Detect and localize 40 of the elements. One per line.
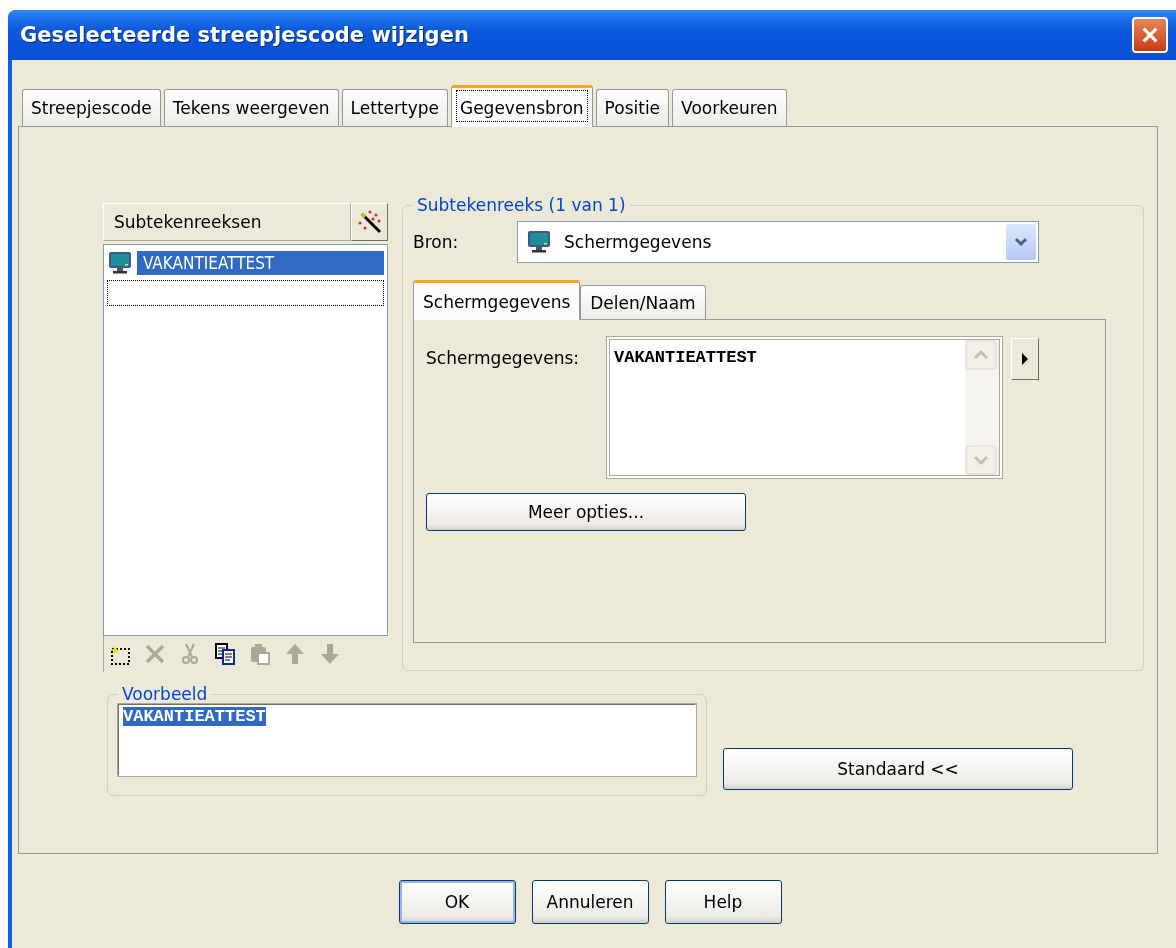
dialog-button[interactable]: Annuleren: [531, 880, 649, 924]
close-button[interactable]: [1132, 17, 1168, 53]
dropdown-arrow-button[interactable]: [1006, 224, 1036, 260]
list-item[interactable]: VAKANTIEATTEST: [137, 251, 384, 275]
preview-text: VAKANTIEATTEST: [123, 707, 266, 726]
preview-field[interactable]: VAKANTIEATTEST: [118, 704, 696, 776]
dropdown-value: Schermgegevens: [564, 232, 713, 252]
play-arrow-icon: [1021, 352, 1029, 366]
tab[interactable]: Schermgegevens: [413, 280, 581, 320]
tab[interactable]: Lettertype: [341, 89, 448, 126]
tab[interactable]: Streepjescode: [22, 89, 161, 126]
field-value: VAKANTIEATTEST: [613, 347, 758, 369]
field-label: Schermgegevens:: [426, 348, 580, 368]
standard-button[interactable]: Standaard <<: [723, 748, 1073, 790]
group-legend: Subtekenreeks (1 van 1): [413, 195, 630, 215]
window-title: Geselecteerde streepjescode wijzigen: [20, 23, 469, 47]
scroll-up-icon[interactable]: [965, 340, 997, 370]
wizard-button[interactable]: [351, 203, 388, 241]
scroll-down-icon[interactable]: [965, 445, 997, 475]
more-options-button[interactable]: Meer opties...: [426, 493, 746, 531]
insert-menu-button[interactable]: [1011, 338, 1039, 380]
dialog-button[interactable]: Help: [664, 880, 782, 924]
tab[interactable]: Positie: [595, 89, 670, 126]
tab[interactable]: Voorkeuren: [672, 89, 787, 126]
new-item-icon[interactable]: [108, 642, 132, 666]
monitor-icon: [107, 251, 133, 275]
monitor-icon: [526, 230, 552, 254]
source-label: Bron:: [413, 232, 460, 252]
list-header: Subtekenreeksen: [103, 203, 351, 241]
tab[interactable]: Gegevensbron: [450, 85, 593, 127]
source-dropdown[interactable]: Schermgegevens: [517, 221, 1039, 263]
empty-list-row[interactable]: [107, 280, 384, 306]
dialog-button[interactable]: OK: [398, 880, 516, 924]
scrollbar[interactable]: [965, 340, 999, 475]
group-legend: Voorbeeld: [118, 684, 212, 704]
chevron-down-icon: [1014, 237, 1028, 247]
screen-data-field[interactable]: VAKANTIEATTEST: [606, 336, 1003, 479]
copy-icon[interactable]: [213, 642, 237, 666]
tab[interactable]: Tekens weergeven: [163, 89, 339, 126]
tab[interactable]: Delen/Naam: [580, 285, 706, 319]
